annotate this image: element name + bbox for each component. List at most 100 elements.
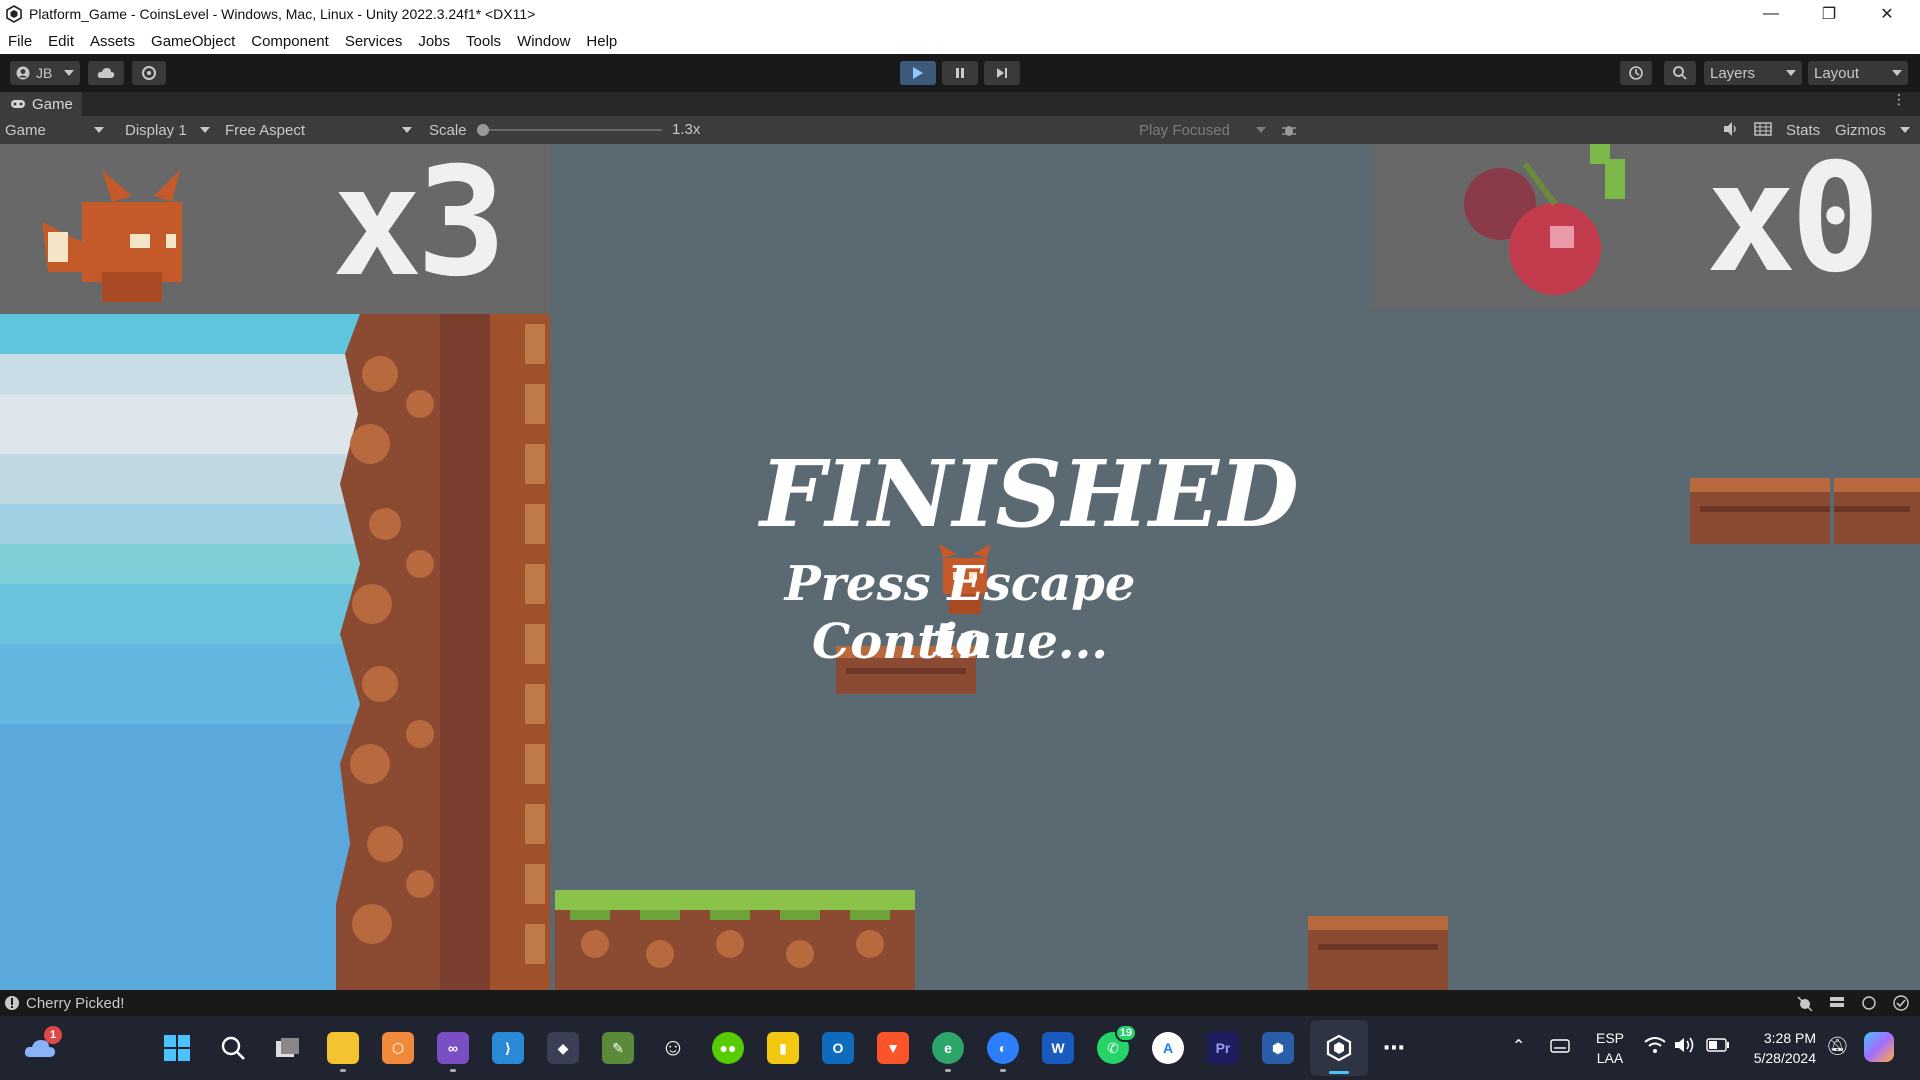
view-mode-dropdown[interactable]: Game bbox=[0, 118, 110, 142]
notification-bell-icon[interactable]: 🔕︎ bbox=[1826, 1036, 1849, 1057]
sketch-tool-icon[interactable]: ✎ bbox=[602, 1032, 634, 1064]
game-view-toolbar: Game Display 1 Free Aspect Scale 1.3x Pl… bbox=[0, 116, 1920, 144]
aspect-label: Free Aspect bbox=[225, 121, 306, 139]
cache-icon[interactable] bbox=[1828, 995, 1846, 1011]
edge-icon[interactable]: e bbox=[932, 1032, 964, 1072]
duolingo-icon[interactable]: ●● bbox=[712, 1032, 744, 1064]
play-button[interactable] bbox=[900, 61, 936, 85]
menu-file[interactable]: File bbox=[0, 33, 40, 50]
search-icon[interactable] bbox=[217, 1032, 249, 1064]
account-label: JB bbox=[36, 65, 53, 81]
menu-gameobject[interactable]: GameObject bbox=[143, 33, 243, 50]
bug-icon[interactable] bbox=[1280, 121, 1298, 143]
clock[interactable]: 3:28 PM 5/28/2024 bbox=[1740, 1028, 1816, 1068]
menu-assets[interactable]: Assets bbox=[82, 33, 143, 50]
onedrive-icon[interactable]: 1 bbox=[24, 1026, 62, 1064]
menu-window[interactable]: Window bbox=[509, 33, 578, 50]
finished-title: FINISHED bbox=[760, 440, 1299, 548]
menu-bar: File Edit Assets GameObject Component Se… bbox=[0, 28, 1920, 54]
aspect-dropdown[interactable]: Free Aspect bbox=[220, 118, 418, 142]
lighting-icon[interactable] bbox=[1860, 995, 1878, 1011]
close-button[interactable]: ✕ bbox=[1858, 0, 1916, 28]
grass-ground bbox=[555, 890, 915, 990]
layers-dropdown[interactable]: Layers bbox=[1704, 61, 1802, 85]
grid-icon[interactable] bbox=[1754, 122, 1772, 140]
language-indicator[interactable]: ESP LAA bbox=[1596, 1028, 1624, 1068]
blender-icon[interactable]: ⬢ bbox=[1262, 1032, 1294, 1064]
clock-time: 3:28 PM bbox=[1763, 1030, 1816, 1046]
restore-button[interactable]: ❐ bbox=[1800, 0, 1858, 28]
unity-hub-icon[interactable]: ◆ bbox=[547, 1032, 579, 1064]
collab-button[interactable] bbox=[132, 61, 166, 85]
scale-slider-handle[interactable] bbox=[477, 124, 489, 136]
play-mode-dropdown[interactable]: Play Focused bbox=[1134, 118, 1272, 142]
file-explorer-icon[interactable] bbox=[327, 1032, 359, 1072]
menu-help[interactable]: Help bbox=[578, 33, 625, 50]
menu-component[interactable]: Component bbox=[243, 33, 337, 50]
play-icon bbox=[913, 67, 923, 79]
firefox-icon[interactable]: ◐ bbox=[987, 1032, 1019, 1072]
step-button[interactable] bbox=[984, 61, 1020, 85]
copilot-icon[interactable] bbox=[1864, 1032, 1894, 1062]
pause-icon bbox=[956, 68, 964, 78]
scale-slider-track[interactable] bbox=[482, 129, 662, 131]
emoji-app-icon[interactable]: ☺ bbox=[657, 1032, 689, 1064]
battery-icon[interactable] bbox=[1706, 1038, 1730, 1057]
word-icon[interactable]: W bbox=[1042, 1032, 1074, 1064]
volume-icon[interactable] bbox=[1674, 1036, 1696, 1059]
status-bar: Cherry Picked! bbox=[0, 990, 1920, 1016]
outlook-icon[interactable]: O bbox=[822, 1032, 854, 1064]
menu-services[interactable]: Services bbox=[337, 33, 411, 50]
keyboard-icon[interactable] bbox=[1550, 1038, 1570, 1059]
info-icon bbox=[5, 996, 19, 1010]
clock-date: 5/28/2024 bbox=[1753, 1050, 1816, 1066]
chevron-up-icon[interactable]: ⌃ bbox=[1512, 1036, 1525, 1056]
app-store-icon[interactable]: A bbox=[1152, 1032, 1184, 1064]
cloud-button[interactable] bbox=[88, 61, 124, 85]
title-bar: Platform_Game - CoinsLevel - Windows, Ma… bbox=[0, 0, 1920, 28]
window-title: Platform_Game - CoinsLevel - Windows, Ma… bbox=[29, 6, 536, 22]
game-view[interactable]: x3 x0 FINISHED Press Escape to Continue.… bbox=[0, 144, 1920, 990]
menu-jobs[interactable]: Jobs bbox=[410, 33, 458, 50]
tab-menu-icon[interactable]: ⋮ bbox=[1892, 92, 1906, 106]
minimize-button[interactable]: — bbox=[1742, 0, 1800, 28]
windows-start-icon[interactable] bbox=[161, 1032, 193, 1064]
display-dropdown[interactable]: Display 1 bbox=[120, 118, 216, 142]
menu-tools[interactable]: Tools bbox=[458, 33, 509, 50]
step-icon bbox=[997, 68, 1007, 78]
scale-value: 1.3x bbox=[672, 121, 701, 138]
display-label: Display 1 bbox=[125, 121, 187, 139]
vscode-icon[interactable]: ⟩ bbox=[492, 1032, 524, 1064]
menu-edit[interactable]: Edit bbox=[40, 33, 82, 50]
main-toolbar: JB Layers Layout bbox=[0, 54, 1920, 92]
premiere-icon[interactable]: Pr bbox=[1207, 1032, 1239, 1064]
layout-dropdown[interactable]: Layout bbox=[1808, 61, 1908, 85]
pause-button[interactable] bbox=[942, 61, 978, 85]
wifi-icon[interactable] bbox=[1644, 1036, 1666, 1059]
bug-report-icon[interactable] bbox=[1796, 995, 1814, 1011]
scale-label: Scale bbox=[429, 121, 467, 139]
task-view-icon[interactable] bbox=[272, 1032, 304, 1064]
account-dropdown[interactable]: JB bbox=[10, 61, 80, 85]
power-bi-icon[interactable]: ▮ bbox=[767, 1032, 799, 1064]
check-icon[interactable] bbox=[1892, 995, 1910, 1011]
finished-message-line2: Continue... bbox=[812, 614, 1108, 670]
brave-icon[interactable]: ▼ bbox=[877, 1032, 909, 1064]
status-message[interactable]: Cherry Picked! bbox=[26, 995, 124, 1012]
layers-label: Layers bbox=[1710, 64, 1756, 82]
history-button[interactable] bbox=[1620, 61, 1652, 85]
more-icon[interactable]: ⋯ bbox=[1378, 1032, 1410, 1064]
gizmos-label: Gizmos bbox=[1835, 121, 1886, 139]
audio-icon[interactable] bbox=[1722, 121, 1740, 141]
stats-button[interactable]: Stats bbox=[1786, 122, 1820, 139]
gizmos-dropdown[interactable]: Gizmos bbox=[1830, 118, 1916, 142]
tab-game[interactable]: Game bbox=[0, 92, 82, 116]
lives-counter: x3 bbox=[332, 144, 507, 310]
history-icon bbox=[1629, 66, 1643, 80]
whatsapp-icon[interactable]: ✆ 19 bbox=[1097, 1024, 1137, 1064]
search-button[interactable] bbox=[1664, 61, 1696, 85]
bridge-icon[interactable]: ⬡ bbox=[382, 1032, 414, 1064]
unity-icon[interactable] bbox=[1323, 1032, 1355, 1074]
visual-studio-icon[interactable]: ∞ bbox=[437, 1032, 469, 1072]
gamepad-icon bbox=[11, 100, 25, 108]
